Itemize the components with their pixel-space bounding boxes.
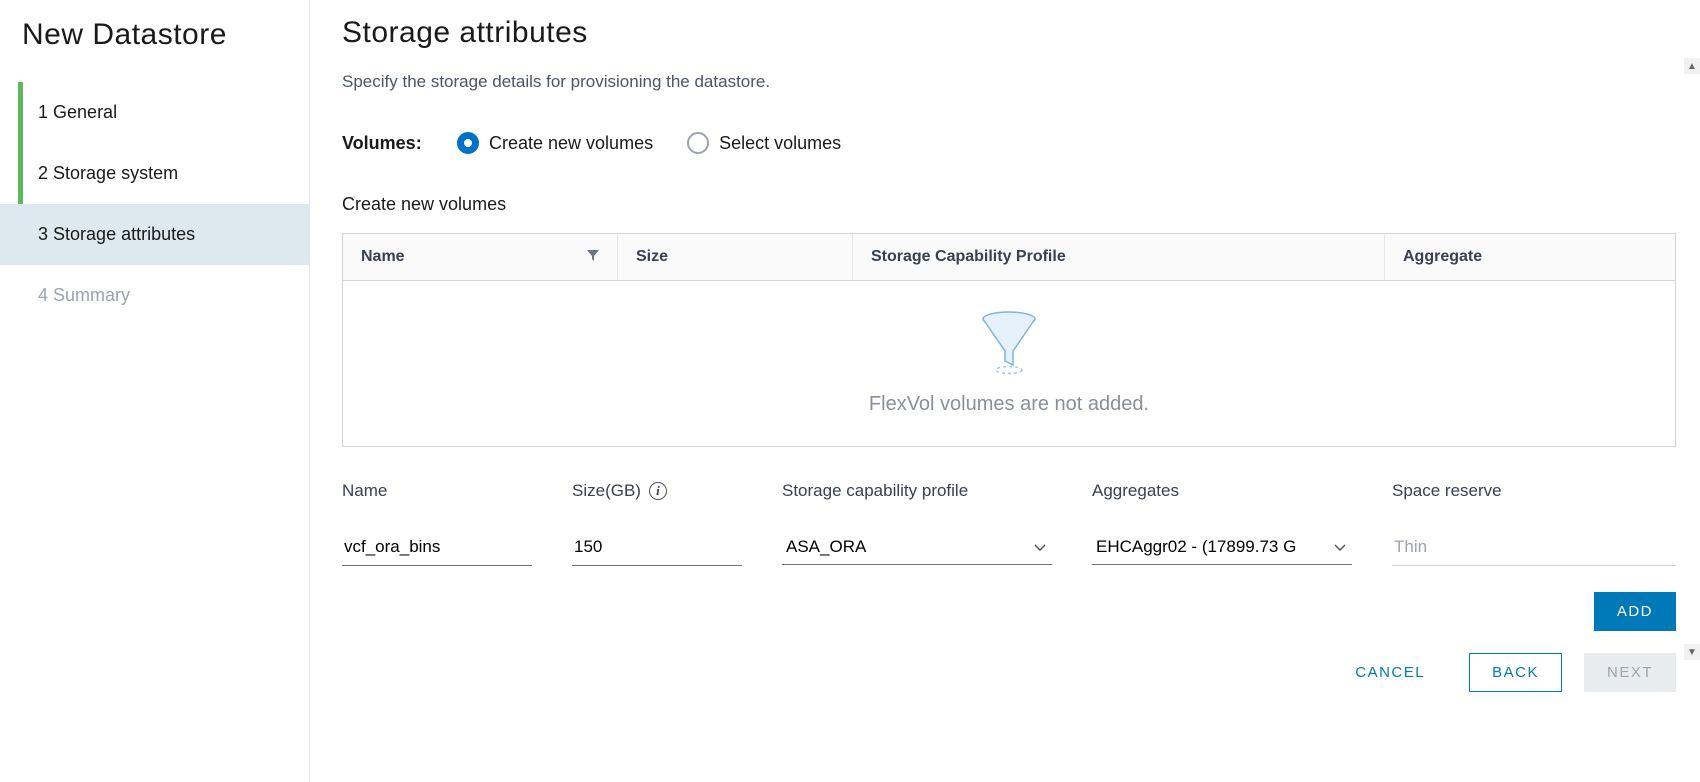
wizard-title: New Datastore [22, 18, 309, 52]
form-col-scp: Storage capability profile ASA_ORA [782, 481, 1052, 566]
volumes-radio-group: Create new volumes Select volumes [457, 132, 841, 154]
main-content: Storage attributes Specify the storage d… [310, 0, 1700, 782]
step-num: 1 [38, 102, 48, 122]
wizard-step-summary: 4 Summary [0, 265, 309, 326]
form-col-space-reserve: Space reserve [1392, 481, 1676, 566]
volumes-row: Volumes: Create new volumes Select volum… [342, 132, 1676, 154]
step-num: 4 [38, 285, 48, 305]
input-name[interactable] [342, 531, 532, 566]
scrollbar-vertical[interactable]: ▲ ▼ [1684, 0, 1700, 782]
wizard-footer: CANCEL BACK NEXT [342, 653, 1676, 712]
funnel-icon [981, 311, 1037, 375]
input-size[interactable] [572, 531, 742, 566]
create-volumes-section-label: Create new volumes [342, 194, 1676, 215]
table-empty-state: FlexVol volumes are not added. [343, 281, 1675, 446]
wizard-step-storage-attributes[interactable]: 3 Storage attributes [0, 204, 309, 265]
label-size: Size(GB) i [572, 481, 742, 501]
radio-label: Create new volumes [489, 133, 653, 154]
form-col-name: Name [342, 481, 532, 566]
col-name[interactable]: Name [343, 234, 618, 280]
label-space-reserve: Space reserve [1392, 481, 1676, 501]
table-header: Name Size Storage Capability Profile Agg… [343, 234, 1675, 281]
col-label: Storage Capability Profile [871, 248, 1066, 266]
radio-label: Select volumes [719, 133, 841, 154]
wizard-step-general[interactable]: 1 General [0, 82, 309, 143]
wizard-steps: 1 General 2 Storage system 3 Storage att… [0, 82, 309, 326]
empty-message: FlexVol volumes are not added. [869, 393, 1149, 416]
radio-icon [457, 132, 479, 154]
input-space-reserve [1392, 531, 1676, 566]
filter-icon[interactable] [587, 249, 599, 265]
col-label: Name [361, 248, 405, 266]
step-label: Storage attributes [53, 224, 195, 244]
volumes-label: Volumes: [342, 133, 457, 154]
step-num: 3 [38, 224, 48, 244]
page-title: Storage attributes [342, 16, 1676, 50]
label-aggregates: Aggregates [1092, 481, 1352, 501]
wizard-sidebar: New Datastore 1 General 2 Storage system… [0, 0, 310, 782]
col-storage-capability-profile[interactable]: Storage Capability Profile [853, 234, 1385, 280]
form-col-size: Size(GB) i [572, 481, 742, 566]
new-volume-form: Name Size(GB) i Storage capability profi… [342, 481, 1676, 566]
label-size-text: Size(GB) [572, 481, 641, 501]
radio-icon [687, 132, 709, 154]
step-label: General [53, 102, 117, 122]
step-num: 2 [38, 163, 48, 183]
next-button: NEXT [1584, 653, 1676, 692]
step-label: Summary [53, 285, 130, 305]
label-scp: Storage capability profile [782, 481, 1052, 501]
cancel-button[interactable]: CANCEL [1333, 653, 1447, 692]
radio-create-new-volumes[interactable]: Create new volumes [457, 132, 653, 154]
add-button[interactable]: ADD [1594, 592, 1676, 631]
wizard-step-storage-system[interactable]: 2 Storage system [0, 143, 309, 204]
label-name: Name [342, 481, 532, 501]
page-subtitle: Specify the storage details for provisio… [342, 72, 1676, 92]
col-size[interactable]: Size [618, 234, 853, 280]
scroll-down-icon[interactable]: ▼ [1684, 644, 1700, 660]
info-icon[interactable]: i [649, 482, 667, 500]
radio-select-volumes[interactable]: Select volumes [687, 132, 841, 154]
volumes-table: Name Size Storage Capability Profile Agg… [342, 233, 1676, 447]
step-label: Storage system [53, 163, 178, 183]
select-aggregates[interactable]: EHCAggr02 - (17899.73 G [1092, 531, 1352, 565]
col-label: Aggregate [1403, 248, 1482, 266]
col-label: Size [636, 248, 668, 266]
form-col-aggregates: Aggregates EHCAggr02 - (17899.73 G [1092, 481, 1352, 566]
col-aggregate[interactable]: Aggregate [1385, 234, 1675, 280]
back-button[interactable]: BACK [1469, 653, 1562, 692]
scroll-up-icon[interactable]: ▲ [1684, 58, 1700, 74]
select-storage-capability-profile[interactable]: ASA_ORA [782, 531, 1052, 565]
